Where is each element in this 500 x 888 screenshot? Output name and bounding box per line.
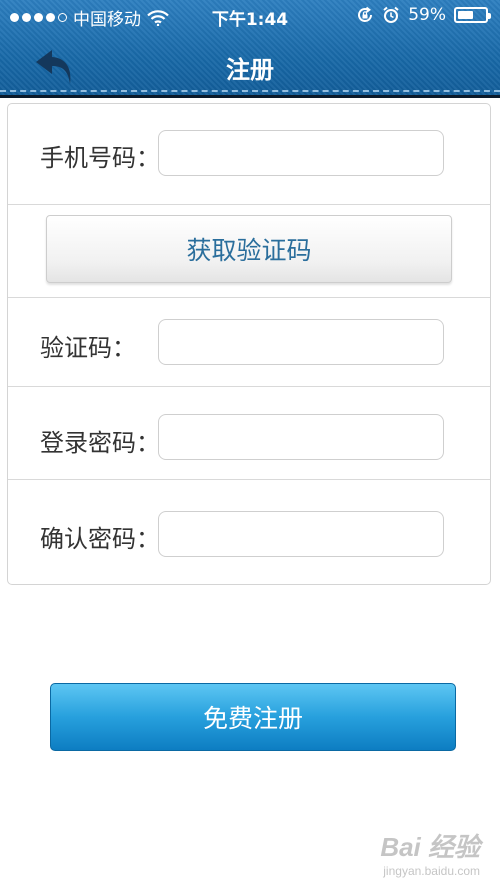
battery-fill <box>458 11 473 19</box>
alarm-icon <box>383 6 399 23</box>
battery-icon <box>454 7 491 23</box>
code-button-row: 获取验证码 <box>8 205 490 298</box>
code-label: 验证码： <box>40 334 136 362</box>
register-button[interactable]: 免费注册 <box>50 683 456 751</box>
header-stitch <box>0 90 500 92</box>
code-input[interactable] <box>158 319 444 365</box>
baidu-jingyan-watermark: Bai 经验 jingyan.baidu.com <box>380 827 480 878</box>
watermark-url: jingyan.baidu.com <box>383 864 480 878</box>
register-form: 手机号码： 获取验证码 验证码： 登录密码： 确认密码： <box>7 103 491 585</box>
page-title: 注册 <box>226 56 274 84</box>
confirm-password-input[interactable] <box>158 511 444 557</box>
battery-nub <box>488 13 491 19</box>
app-header: 中国移动 下午1:44 59% 注册 <box>0 0 500 98</box>
password-label: 登录密码： <box>40 429 160 457</box>
get-code-button[interactable]: 获取验证码 <box>46 215 452 283</box>
password-row: 登录密码： <box>8 387 490 480</box>
rotation-lock-icon <box>358 6 373 22</box>
confirm-password-label: 确认密码： <box>40 525 160 553</box>
code-row: 验证码： <box>8 298 490 387</box>
battery-percent: 59% <box>408 5 446 25</box>
status-bar: 中国移动 下午1:44 59% <box>0 0 500 34</box>
phone-row: 手机号码： <box>8 104 490 205</box>
confirm-password-row: 确认密码： <box>8 480 490 584</box>
password-input[interactable] <box>158 414 444 460</box>
status-right: 59% <box>356 5 491 25</box>
watermark-brand: Bai 经验 <box>380 832 480 862</box>
header-divider <box>0 95 500 98</box>
phone-input[interactable] <box>158 130 444 176</box>
phone-label: 手机号码： <box>40 144 160 172</box>
